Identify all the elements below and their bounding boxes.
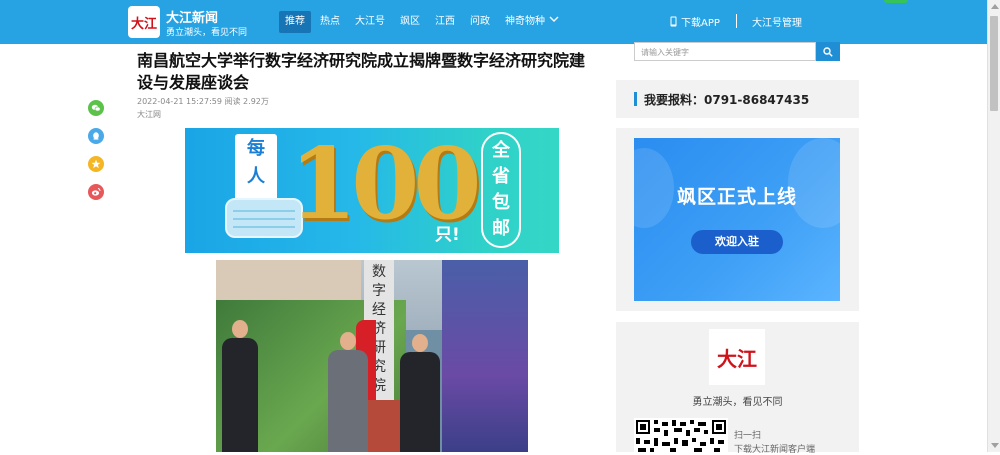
search-input[interactable]: 请输入关键字 (634, 42, 816, 61)
logo-text: 大江 (130, 16, 157, 32)
scroll-down-arrow-icon[interactable] (991, 443, 999, 448)
report-accent-bar (634, 92, 637, 106)
chevron-down-icon[interactable] (549, 14, 559, 24)
photo-head-right (412, 334, 428, 352)
download-client-label: 下载大江新闻客户端 (734, 445, 816, 455)
banner-right-char: 省 (492, 166, 510, 187)
status-indicator (884, 0, 908, 3)
scroll-up-arrow-icon[interactable] (991, 4, 999, 9)
phone-icon (670, 16, 677, 27)
nav-item-jiangxi[interactable]: 江西 (429, 11, 461, 33)
mask-fold (233, 218, 295, 220)
mask-fold (233, 210, 295, 212)
page-scrollbar[interactable] (987, 0, 1000, 452)
app-download-box: 大江 勇立潮头，看见不同 扫一扫 下载大江新闻客户端 (616, 322, 859, 455)
weibo-share-icon[interactable] (88, 184, 104, 200)
app-slogan: 勇立潮头，看见不同 (692, 397, 783, 408)
photo-person-right (400, 352, 440, 452)
main-nav: 推荐 热点 大江号 飒区 江西 问政 神奇物种 (279, 11, 554, 33)
nav-item-wenzheng[interactable]: 问政 (464, 11, 496, 33)
nav-item-dajianghao[interactable]: 大江号 (349, 11, 391, 33)
article-meta: 2022-04-21 15:27:59 阅读 2.92万 (137, 96, 269, 107)
photo-poster (442, 260, 528, 452)
download-app-label: 下载APP (681, 18, 720, 29)
photo-person-middle (328, 350, 368, 452)
sidebar-ad-box: 飒区正式上线 欢迎入驻 (616, 128, 859, 311)
scrollbar-thumb[interactable] (990, 16, 998, 111)
wechat-share-icon[interactable] (88, 100, 104, 116)
nav-item-hot[interactable]: 热点 (314, 11, 346, 33)
photo-head-left (232, 320, 248, 338)
banner-right-pill: 全 省 包 邮 (481, 132, 521, 248)
article-photo: 数字经济研究院 (216, 260, 528, 452)
search-icon (823, 46, 833, 57)
qr-code-icon[interactable] (634, 418, 728, 452)
brand-slogan: 勇立潮头，看见不同 (166, 28, 248, 38)
ad-title: 飒区正式上线 (676, 186, 797, 208)
search-button[interactable] (816, 42, 840, 61)
qzone-share-icon[interactable] (88, 156, 104, 172)
scan-label: 扫一扫 (734, 431, 762, 441)
banner-right-char: 全 (492, 140, 510, 161)
site-logo[interactable]: 大江 (128, 6, 160, 38)
saqu-ad-banner[interactable]: 飒区正式上线 欢迎入驻 (634, 138, 840, 301)
app-logo: 大江 (709, 329, 765, 385)
nav-item-saqu[interactable]: 飒区 (394, 11, 426, 33)
photo-person-left (222, 338, 258, 452)
article-source[interactable]: 大江网 (137, 109, 161, 120)
promo-banner[interactable]: 每 人 100 只! 全 省 包 邮 (185, 128, 559, 253)
banner-unit: 只! (435, 225, 460, 245)
header-divider (736, 14, 737, 28)
article-reads: 阅读 2.92万 (224, 97, 269, 106)
qq-share-icon[interactable] (88, 128, 104, 144)
banner-left-char: 每 (247, 138, 265, 159)
report-hotline-box: 我要报料：0791-86847435 (616, 80, 859, 118)
mask-fold (233, 226, 295, 228)
dajianghao-manage-link[interactable]: 大江号管理 (752, 14, 802, 29)
banner-right-char: 包 (492, 192, 510, 213)
nav-item-recommend[interactable]: 推荐 (279, 11, 311, 33)
photo-head-middle (340, 332, 356, 350)
banner-right-char: 邮 (492, 218, 510, 239)
brand-name[interactable]: 大江新闻 (166, 7, 218, 26)
nav-item-species[interactable]: 神奇物种 (499, 11, 551, 33)
top-navigation-bar: 大江 大江新闻 勇立潮头，看见不同 推荐 热点 大江号 飒区 江西 问政 神奇物… (0, 0, 987, 44)
article-date: 2022-04-21 15:27:59 (137, 97, 222, 106)
article-title: 南昌航空大学举行数字经济研究院成立揭牌暨数字经济研究院建设与发展座谈会 (137, 51, 586, 92)
banner-left-char: 人 (247, 166, 265, 187)
ad-join-button[interactable]: 欢迎入驻 (691, 230, 783, 254)
report-hotline: 我要报料：0791-86847435 (644, 93, 810, 107)
download-app-link[interactable]: 下载APP (670, 14, 720, 29)
